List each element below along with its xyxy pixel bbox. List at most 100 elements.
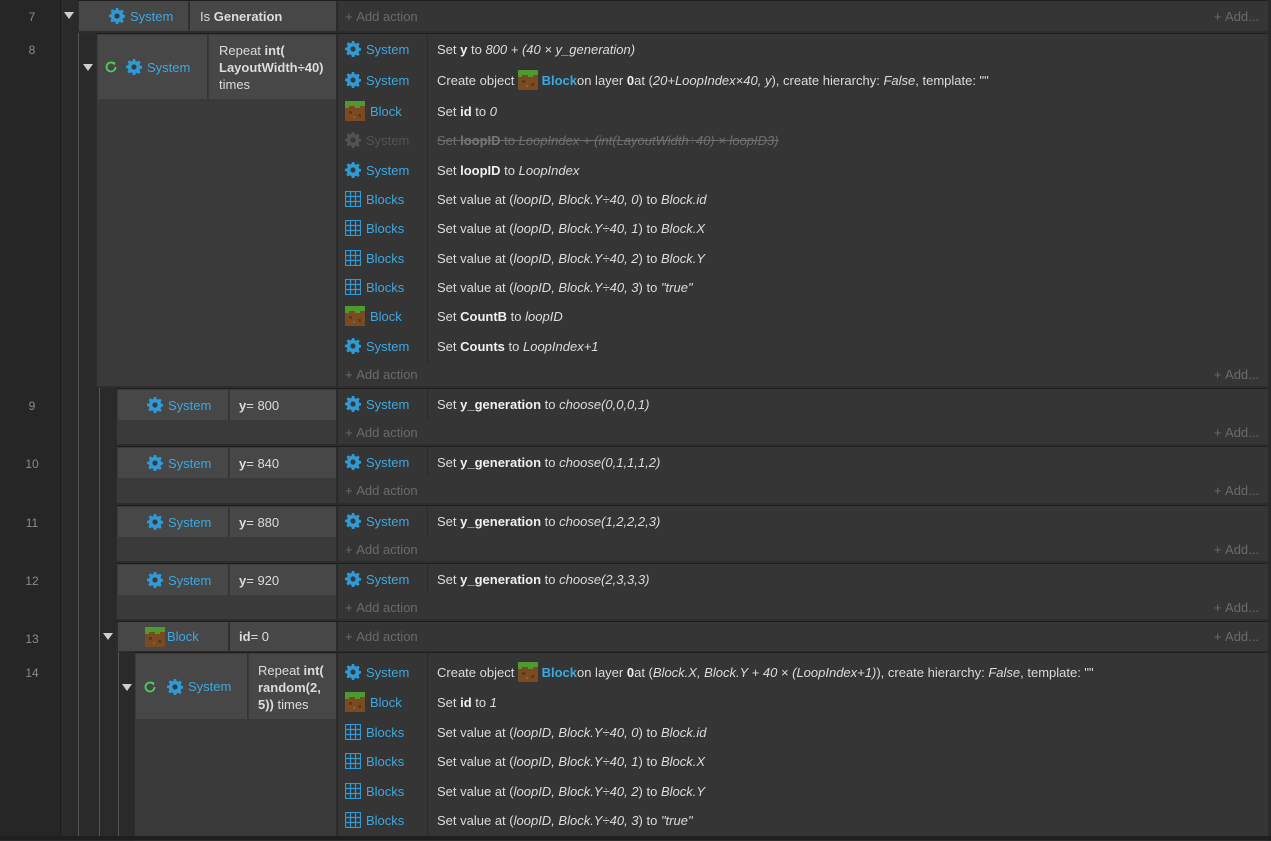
condition-object[interactable]: System [118,565,229,595]
action-row[interactable]: Blocks Set value at (loopID, Block.Y÷40,… [341,747,705,775]
array-grid-icon [345,191,361,207]
condition-object[interactable]: System [98,35,208,99]
gear-icon [345,162,361,178]
repeat-label: Repeat [219,43,265,58]
condition-object[interactable]: System [118,507,229,537]
add-button[interactable]: + Add... [1214,596,1259,618]
tree-line [78,30,79,840]
add-button[interactable]: + Add... [1214,479,1259,501]
block-icon [518,662,538,682]
condition-text[interactable]: id = 0 [230,622,336,651]
action-row[interactable]: System Set loopID to LoopIndex [341,156,579,184]
add-action-button[interactable]: + Add action [345,363,418,385]
action-text: Set value at (loopID, Block.Y÷40, 1) to … [437,220,706,236]
repeat-suffix: times [219,77,251,92]
object-name: System [168,572,212,588]
add-action-button[interactable]: + Add action [345,5,418,27]
action-row[interactable]: Block Set id to 1 [341,688,497,716]
action-row[interactable]: Block Set CountB to loopID [341,302,563,330]
action-text: Create object Block on layer 0 at (20+Lo… [437,70,989,90]
add-action-button[interactable]: + Add action [345,625,418,647]
action-row[interactable]: Blocks Set value at (loopID, Block.Y÷40,… [341,718,706,746]
plus-icon: + [345,424,357,440]
collapse-triangle-icon[interactable] [122,684,132,691]
action-row[interactable]: System Set y_generation to choose(1,2,2,… [341,507,660,535]
array-grid-icon [345,250,361,266]
add-button[interactable]: + Add... [1214,5,1259,27]
gear-icon [167,679,183,695]
gear-icon [345,664,361,680]
add-action-button[interactable]: + Add action [345,596,418,618]
plus-icon: + [345,366,357,382]
condition-value: = 0 [250,629,269,644]
add-button[interactable]: + Add... [1214,625,1259,647]
action-row[interactable]: Blocks Set value at (loopID, Block.Y÷40,… [341,777,705,805]
object-name: System [147,59,191,75]
condition-text[interactable]: Repeat int( LayoutWidth÷40) times [209,35,336,99]
condition-text[interactable]: y = 880 [230,507,336,537]
object-name: System [366,513,410,529]
condition-text[interactable]: y = 840 [230,448,336,478]
action-row[interactable]: Blocks Set value at (loopID, Block.Y÷40,… [341,214,705,242]
variable-name: y [239,397,247,413]
array-grid-icon [345,753,361,769]
condition-object[interactable]: System [118,448,229,478]
condition-text[interactable]: Is Generation [190,1,336,31]
condition-value: = 880 [246,514,280,530]
action-text: Set Counts to LoopIndex+1 [437,338,599,354]
action-row[interactable]: System Set Counts to LoopIndex+1 [341,332,599,360]
array-grid-icon [345,279,361,295]
action-row[interactable]: System Create object Block on layer 0 at… [341,66,989,94]
condition-object[interactable]: System [79,1,189,31]
condition-object[interactable]: Block [118,622,229,651]
add-button[interactable]: + Add... [1214,421,1259,443]
action-text: Create object Block on layer 0 at (Block… [437,662,1094,682]
object-name: Blocks [366,812,405,828]
add-label: Add... [1225,8,1259,24]
plus-icon: + [345,541,357,557]
object-name: Blocks [366,191,405,207]
add-action-label: Add action [356,599,418,615]
row-number: 11 [25,516,39,530]
repeat-label: Repeat [258,663,304,678]
condition-object[interactable]: System [118,390,229,420]
collapse-triangle-icon[interactable] [103,633,113,640]
repeat-expr: int( [264,43,285,58]
block-icon [345,306,365,326]
add-action-label: Add action [356,482,418,498]
action-row[interactable]: System Set y_generation to choose(0,0,0,… [341,390,649,418]
condition-text[interactable]: Repeat int( random(2, 5)) times [249,654,336,719]
action-row-disabled[interactable]: System Set loopID to LoopIndex + (int(La… [341,126,779,154]
action-row[interactable]: Block Set id to 0 [341,97,497,125]
action-row[interactable]: Blocks Set value at (loopID, Block.Y÷40,… [341,244,705,272]
object-name: Blocks [366,220,405,236]
condition-text[interactable]: y = 800 [230,390,336,420]
action-row[interactable]: System Create object Block on layer 0 at… [341,658,1094,686]
object-name: System [130,8,174,24]
object-name: Blocks [366,724,405,740]
action-row[interactable]: System Set y_generation to choose(2,3,3,… [341,565,649,593]
action-row[interactable]: Blocks Set value at (loopID, Block.Y÷40,… [341,273,693,301]
row-number: 10 [25,457,39,471]
action-row[interactable]: System Set y to 800 + (40 × y_generation… [341,35,635,63]
add-action-button[interactable]: + Add action [345,421,418,443]
add-label: Add... [1225,482,1259,498]
add-button[interactable]: + Add... [1214,363,1259,385]
action-text: Set y to 800 + (40 × y_generation) [437,41,636,57]
add-button[interactable]: + Add... [1214,538,1259,560]
object-name: Blocks [366,279,405,295]
collapse-triangle-icon[interactable] [64,12,74,19]
row-number: 12 [25,574,39,588]
action-row[interactable]: System Set y_generation to choose(0,1,1,… [341,448,660,476]
condition-text[interactable]: y = 920 [230,565,336,595]
row-number: 8 [28,43,36,57]
gear-icon [147,455,163,471]
add-action-button[interactable]: + Add action [345,479,418,501]
action-row[interactable]: Blocks Set value at (loopID, Block.Y÷40,… [341,185,706,213]
action-row[interactable]: Blocks Set value at (loopID, Block.Y÷40,… [341,806,693,834]
add-action-button[interactable]: + Add action [345,538,418,560]
array-grid-icon [345,812,361,828]
object-name: System [366,338,410,354]
condition-object[interactable]: System [136,654,248,719]
collapse-triangle-icon[interactable] [83,64,93,71]
